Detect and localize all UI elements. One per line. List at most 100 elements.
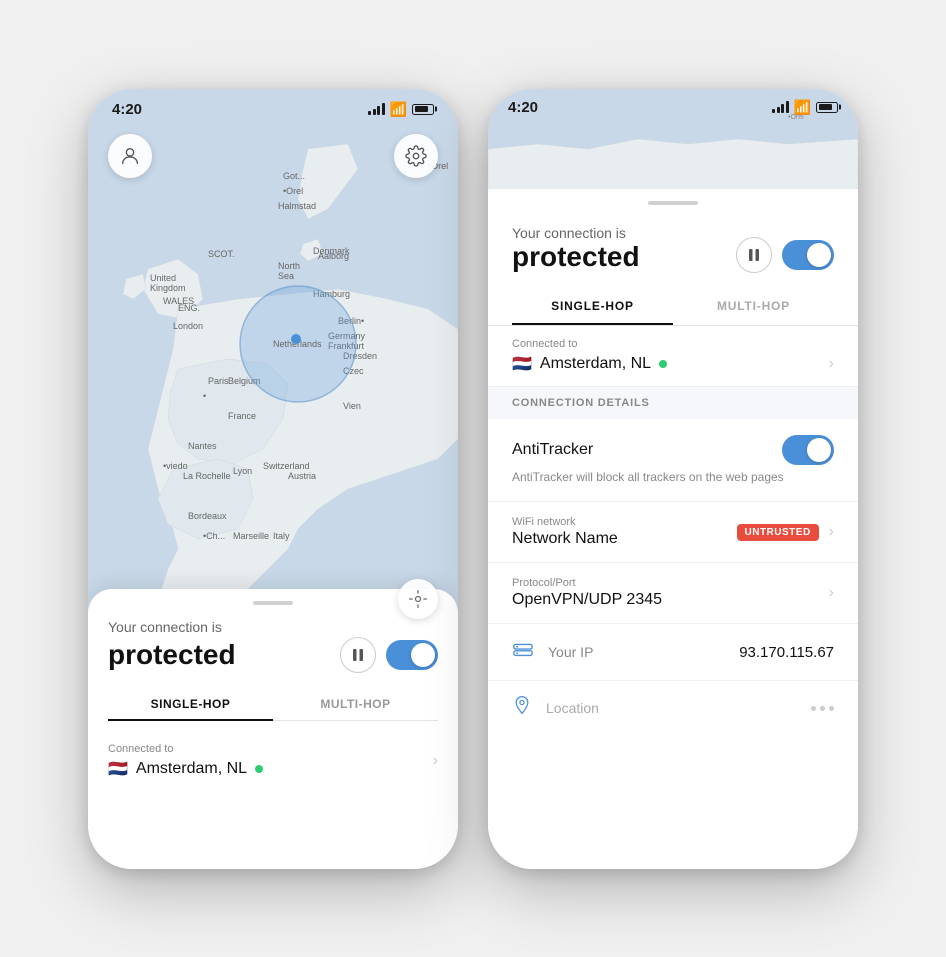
svg-text:La Rochelle: La Rochelle xyxy=(183,471,231,481)
wifi-chevron-icon: › xyxy=(829,523,834,541)
connection-details-header: CONNECTION DETAILS xyxy=(488,387,858,419)
right-scroll-content: Your connection is protected xyxy=(488,189,858,869)
svg-text:North: North xyxy=(278,261,300,271)
right-status-text: Your connection is xyxy=(512,225,640,241)
wifi-name: Network Name xyxy=(512,530,618,548)
right-status-icons: 📶 xyxy=(772,99,838,116)
status-bar: 4:20 📶 xyxy=(88,89,458,122)
location-loading xyxy=(811,706,834,711)
status-time: 4:20 xyxy=(112,101,142,118)
right-vpn-toggle[interactable] xyxy=(782,240,834,270)
vpn-toggle[interactable] xyxy=(386,640,438,670)
svg-text:France: France xyxy=(228,411,256,421)
antitracker-title: AntiTracker xyxy=(512,441,593,459)
untrusted-badge: UNTRUSTED xyxy=(737,524,819,541)
svg-text:Marseille: Marseille xyxy=(233,531,269,541)
svg-text:Vien: Vien xyxy=(343,401,361,411)
chevron-right-icon: › xyxy=(433,752,438,770)
connected-row[interactable]: Connected to 🇳🇱 Amsterdam, NL › xyxy=(108,735,438,787)
ip-row: Your IP 93.170.115.67 xyxy=(488,624,858,681)
location-label: Location xyxy=(546,700,797,716)
protocol-chevron-icon: › xyxy=(829,584,834,602)
right-connected-label: Connected to xyxy=(512,338,834,350)
online-indicator xyxy=(255,765,263,773)
wifi-label: WiFi network xyxy=(512,516,618,528)
battery-icon xyxy=(412,104,434,115)
svg-text:Nantes: Nantes xyxy=(188,441,217,451)
svg-text:London: London xyxy=(173,321,203,331)
right-status-time: 4:20 xyxy=(508,99,538,116)
svg-text:Switzerland: Switzerland xyxy=(263,461,310,471)
svg-text:Bordeaux: Bordeaux xyxy=(188,511,227,521)
left-phone: United Kingdom WALES ENG. London Denmark… xyxy=(88,89,458,869)
right-tab-multi-hop[interactable]: MULTI-HOP xyxy=(673,289,834,325)
location-pin-icon xyxy=(512,695,532,721)
antitracker-row: AntiTracker AntiTracker will block all t… xyxy=(488,419,858,503)
tabs-row: SINGLE-HOP MULTI-HOP xyxy=(108,689,438,721)
right-battery-icon xyxy=(816,102,838,113)
svg-text:SCOT.: SCOT. xyxy=(208,249,235,259)
svg-text:Halmstad: Halmstad xyxy=(278,201,316,211)
svg-text:ENG.: ENG. xyxy=(178,303,200,313)
nl-flag: 🇳🇱 xyxy=(108,759,128,779)
wifi-icon: 📶 xyxy=(390,101,407,118)
protocol-row[interactable]: Protocol/Port OpenVPN/UDP 2345 › xyxy=(488,563,858,624)
settings-button[interactable] xyxy=(394,134,438,178)
svg-text:Aalborg: Aalborg xyxy=(318,251,349,261)
svg-text:Austria: Austria xyxy=(288,471,316,481)
status-icons: 📶 xyxy=(368,101,434,118)
connection-status-row: protected xyxy=(108,637,438,673)
toggle-thumb xyxy=(411,643,435,667)
ip-label: Your IP xyxy=(548,644,725,660)
connected-label: Connected to xyxy=(108,743,263,755)
wifi-info: WiFi network Network Name xyxy=(512,516,618,548)
right-connection-header: Your connection is protected xyxy=(488,217,858,289)
svg-text:•Ch...: •Ch... xyxy=(203,531,225,541)
svg-text:•Orel: •Orel xyxy=(283,186,303,196)
svg-text:•viedo: •viedo xyxy=(163,461,188,471)
svg-text:United: United xyxy=(150,273,176,283)
locate-button[interactable] xyxy=(398,579,438,619)
svg-text:Got...: Got... xyxy=(283,171,305,181)
antitracker-description: AntiTracker will block all trackers on t… xyxy=(512,469,834,486)
right-pause-button[interactable] xyxy=(736,237,772,273)
connected-location: 🇳🇱 Amsterdam, NL xyxy=(108,759,263,779)
protected-title: protected xyxy=(108,639,236,671)
connection-status-text: Your connection is xyxy=(108,619,438,635)
wifi-right: UNTRUSTED › xyxy=(737,523,835,541)
location-row: Location xyxy=(488,681,858,735)
right-connected-row[interactable]: Connected to 🇳🇱 Amsterdam, NL › xyxy=(488,326,858,387)
protocol-label: Protocol/Port xyxy=(512,577,662,589)
right-chevron-icon: › xyxy=(829,355,834,373)
right-wifi-icon: 📶 xyxy=(794,99,811,116)
panel-handle xyxy=(253,601,293,605)
profile-button[interactable] xyxy=(108,134,152,178)
antitracker-toggle-thumb xyxy=(807,438,831,462)
signal-bars-icon xyxy=(368,103,385,115)
right-nl-flag: 🇳🇱 xyxy=(512,354,532,374)
svg-text:Paris: Paris xyxy=(208,376,229,386)
pause-button[interactable] xyxy=(340,637,376,673)
right-phone: •Orel slo 4:20 📶 xyxy=(488,89,858,869)
ip-value: 93.170.115.67 xyxy=(739,644,834,661)
controls-row xyxy=(340,637,438,673)
right-toggle-thumb xyxy=(807,243,831,267)
antitracker-toggle[interactable] xyxy=(782,435,834,465)
svg-text:Italy: Italy xyxy=(273,531,290,541)
wifi-row[interactable]: WiFi network Network Name UNTRUSTED › xyxy=(488,502,858,563)
svg-text:Lyon: Lyon xyxy=(233,466,252,476)
right-tab-single-hop[interactable]: SINGLE-HOP xyxy=(512,289,673,325)
svg-text:•: • xyxy=(203,391,206,401)
tab-multi-hop[interactable]: MULTI-HOP xyxy=(273,689,438,720)
right-signal-icon xyxy=(772,101,789,113)
tab-single-hop[interactable]: SINGLE-HOP xyxy=(108,689,273,721)
right-panel-handle xyxy=(648,201,698,205)
right-tabs: SINGLE-HOP MULTI-HOP xyxy=(488,289,858,326)
right-connected-location: 🇳🇱 Amsterdam, NL xyxy=(512,354,667,374)
right-controls xyxy=(736,237,834,273)
protocol-value: OpenVPN/UDP 2345 xyxy=(512,591,662,609)
right-online-dot xyxy=(659,360,667,368)
bottom-panel: Your connection is protected SI xyxy=(88,589,458,869)
map-area: United Kingdom WALES ENG. London Denmark… xyxy=(88,89,458,649)
ip-icon xyxy=(512,638,534,666)
